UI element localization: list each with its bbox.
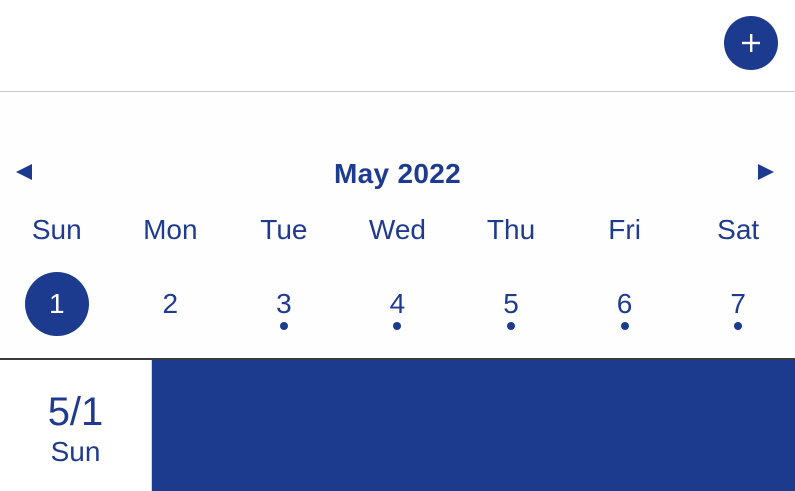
month-title: May 2022 bbox=[334, 158, 461, 189]
day-cell[interactable]: 5 bbox=[454, 272, 568, 342]
day-cell[interactable]: 3 bbox=[227, 272, 341, 342]
top-bar bbox=[0, 0, 795, 92]
weekday-label: Sun bbox=[31, 214, 82, 245]
day-cell[interactable]: 2 bbox=[114, 272, 228, 342]
triangle-right-icon bbox=[756, 162, 776, 187]
event-indicator-dot bbox=[279, 322, 288, 330]
next-month-button[interactable] bbox=[754, 162, 778, 186]
weekday-header-row: Sun Mon Tue Wed Thu Fri Sat bbox=[0, 214, 795, 254]
add-event-button[interactable] bbox=[724, 16, 778, 70]
day-cell[interactable]: 4 bbox=[341, 272, 455, 342]
selected-date-label: 5/1 Sun bbox=[0, 360, 152, 491]
day-number: 1 bbox=[24, 272, 89, 336]
day-detail-panel: 5/1 Sun bbox=[0, 360, 795, 491]
plus-icon bbox=[740, 32, 762, 54]
day-cell[interactable]: 1 bbox=[0, 272, 114, 342]
day-number: 2 bbox=[162, 288, 179, 319]
weekday-label: Fri bbox=[608, 214, 641, 245]
event-indicator-dot bbox=[620, 322, 629, 330]
day-cell[interactable]: 6 bbox=[568, 272, 682, 342]
day-cell[interactable]: 7 bbox=[681, 272, 795, 342]
weekday-label: Wed bbox=[368, 214, 426, 245]
date-row: 1 2 3 4 5 6 7 bbox=[0, 272, 795, 342]
week-calendar: May 2022 Sun Mon Tue Wed Thu Fri Sat 1 2… bbox=[0, 92, 795, 358]
weekday-label: Tue bbox=[260, 214, 308, 245]
selected-date-weekday: Sun bbox=[50, 436, 101, 467]
weekday-label: Thu bbox=[486, 214, 536, 245]
selected-date-short: 5/1 bbox=[47, 390, 104, 434]
weekday-label: Sat bbox=[717, 214, 760, 245]
event-block[interactable] bbox=[152, 360, 795, 491]
weekday-label: Mon bbox=[143, 214, 198, 245]
event-indicator-dot bbox=[507, 322, 516, 330]
month-header: May 2022 bbox=[0, 154, 795, 194]
